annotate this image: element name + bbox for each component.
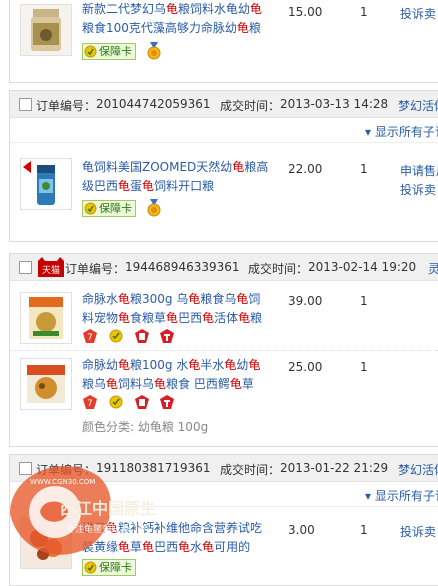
coin-icon (84, 561, 97, 574)
service-badges: 保障卡 (82, 199, 168, 217)
warranty-icon[interactable] (159, 328, 175, 344)
product-image (21, 159, 71, 209)
product-image (21, 518, 71, 568)
quantity: 1 (360, 360, 368, 374)
order-checkbox[interactable] (19, 261, 32, 274)
tmall-cat-icon: 天猫 (38, 257, 64, 277)
price: 15.00 (288, 5, 323, 19)
product-image (21, 293, 71, 343)
deal-time-label: 成交时间： (220, 99, 281, 113)
order-header: 订单编号： 191180381719361 成交时间： 2013-01-22 2… (10, 455, 438, 482)
show-all-suborders-link[interactable]: ▾ 显示所有子订 (365, 487, 438, 504)
order-item: 进口龟粮补钙补维他命含营养试吃装黄缘龟草龟巴西龟水龟可用的 3.00 1 投诉卖… (10, 513, 438, 583)
complain-link[interactable]: 投诉卖 (400, 5, 436, 24)
warranty-icon[interactable] (159, 394, 175, 410)
variant-info: 颜色分类: 幼龟粮 100g (82, 420, 209, 434)
order-item: 新款二代梦幻乌龟粮饲料水龟幼龟粮食100克代藻高够力命脉幼龟粮 15.00 1 … (10, 0, 438, 78)
product-image (21, 359, 71, 409)
order-item: 命脉幼龟粮100g 水龟半水龟幼龟粮乌龟饲料乌龟粮食 巴西鳄龟草 25.00 1… (10, 354, 438, 444)
order-subbar: ▾ 显示所有子订 (10, 482, 438, 507)
order-number-label: 订单编号： (36, 463, 97, 477)
deal-time: 2013-02-14 19:20 (308, 260, 417, 274)
show-all-suborders-link[interactable]: ▾ 显示所有子订 (365, 123, 438, 140)
order-card-2: 天猫 订单编号： 194468946339361 成交时间： 2013-02-1… (9, 253, 438, 447)
coin-icon[interactable] (108, 328, 124, 344)
product-thumbnail[interactable] (20, 292, 72, 344)
seven-day-return-icon[interactable]: 7 (82, 394, 98, 410)
service-badges: 保障卡 (82, 42, 168, 60)
order-number-label: 订单编号： (36, 99, 97, 113)
coin-icon (84, 202, 97, 214)
product-title-link[interactable]: 新款二代梦幻乌龟粮饲料水龟幼龟粮食100克代藻高够力命脉幼龟粮 (82, 0, 272, 38)
service-badges: 保障卡 (82, 559, 136, 577)
complain-link[interactable]: 投诉卖 (400, 181, 438, 200)
order-number: 191180381719361 (96, 461, 211, 475)
service-badges: 7 (82, 394, 181, 412)
medal-icon (147, 199, 161, 217)
seven-day-return-icon[interactable]: 7 (82, 328, 98, 344)
guarantee-card-badge[interactable]: 保障卡 (82, 559, 136, 576)
product-title-link[interactable]: 进口龟粮补钙补维他命含营养试吃装黄缘龟草龟巴西龟水龟可用的 (82, 519, 272, 557)
quantity: 1 (360, 162, 368, 176)
order-item: 命脉水龟粮300g 乌龟粮食乌龟饲料宠物龟食粮草龟巴西龟活体龟粮 39.00 1… (10, 288, 438, 351)
order-checkbox[interactable] (19, 98, 32, 111)
medal-icon (147, 42, 161, 60)
svg-text:天猫: 天猫 (42, 264, 60, 276)
price: 39.00 (288, 294, 323, 308)
order-operations: 申请售后 投诉卖 (400, 162, 438, 200)
product-title-link[interactable]: 命脉水龟粮300g 乌龟粮食乌龟饲料宠物龟食粮草龟巴西龟活体龟粮 (82, 290, 272, 328)
svg-text:7: 7 (87, 399, 93, 409)
product-title-link[interactable]: 命脉幼龟粮100g 水龟半水龟幼龟粮乌龟饲料乌龟粮食 巴西鳄龟草 (82, 356, 272, 394)
product-image (21, 5, 71, 55)
genuine-icon[interactable] (134, 394, 150, 410)
apply-aftersale-link[interactable]: 申请售后 (400, 162, 438, 181)
svg-text:7: 7 (87, 333, 93, 343)
deal-time-label: 成交时间： (220, 463, 281, 477)
product-thumbnail[interactable] (20, 4, 72, 56)
shop-name-link[interactable]: 梦幻活体 (398, 97, 438, 114)
deal-time: 2013-01-22 21:29 (280, 461, 389, 475)
guarantee-card-badge[interactable]: 保障卡 (82, 42, 136, 60)
price: 22.00 (288, 162, 323, 176)
coin-icon[interactable] (108, 394, 124, 410)
product-title-link[interactable]: 龟饲料美国ZOOMED天然幼龟粮高级巴西龟蛋龟饲料开口粮 (82, 158, 272, 196)
order-number: 194468946339361 (125, 260, 240, 274)
shop-name-link[interactable]: 灵 (428, 260, 438, 277)
quantity: 1 (360, 5, 368, 19)
shop-name-link[interactable]: 梦幻活体 (398, 461, 438, 478)
quantity: 1 (360, 294, 368, 308)
product-thumbnail[interactable] (20, 517, 72, 569)
order-card-0: 新款二代梦幻乌龟粮饲料水龟幼龟粮食100克代藻高够力命脉幼龟粮 15.00 1 … (9, 0, 438, 83)
genuine-icon[interactable] (134, 328, 150, 344)
product-thumbnail[interactable] (20, 358, 72, 410)
guarantee-card-badge[interactable]: 保障卡 (82, 199, 136, 217)
quantity: 1 (360, 523, 368, 537)
deal-time: 2013-03-13 14:28 (280, 97, 389, 111)
complain-link[interactable]: 投诉卖 (400, 523, 436, 542)
service-badges: 7 (82, 328, 181, 346)
product-thumbnail[interactable] (20, 158, 72, 210)
order-subbar: ▾ 显示所有子订 (10, 118, 438, 143)
order-number-label: 订单编号： (65, 262, 126, 276)
coin-icon (84, 45, 97, 57)
order-card-1: 订单编号： 201044742059361 成交时间： 2013-03-13 1… (9, 90, 438, 242)
order-card-3: 订单编号： 191180381719361 成交时间： 2013-01-22 2… (9, 454, 438, 586)
order-number: 201044742059361 (96, 97, 211, 111)
order-item: 龟饲料美国ZOOMED天然幼龟粮高级巴西龟蛋龟饲料开口粮 22.00 1 申请售… (10, 151, 438, 231)
order-header: 天猫 订单编号： 194468946339361 成交时间： 2013-02-1… (10, 254, 438, 281)
order-header: 订单编号： 201044742059361 成交时间： 2013-03-13 1… (10, 91, 438, 118)
deal-time-label: 成交时间： (248, 262, 309, 276)
order-checkbox[interactable] (19, 462, 32, 475)
price: 3.00 (288, 523, 315, 537)
price: 25.00 (288, 360, 323, 374)
